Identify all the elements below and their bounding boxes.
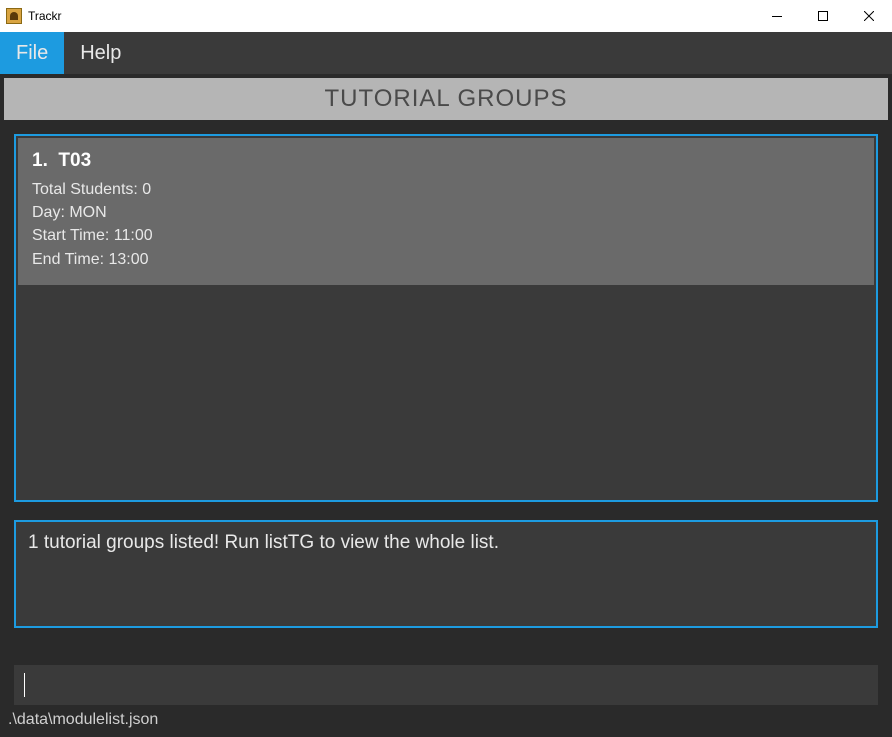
status-path: .\data\modulelist.json bbox=[8, 711, 158, 728]
group-card[interactable]: 1. T03 Total Students: 0 Day: MON Start … bbox=[18, 138, 874, 285]
window-controls bbox=[754, 0, 892, 32]
app-icon bbox=[6, 8, 22, 24]
group-total-students: Total Students: 0 bbox=[32, 178, 860, 201]
group-index: 1. bbox=[32, 150, 48, 171]
groups-list-panel[interactable]: 1. T03 Total Students: 0 Day: MON Start … bbox=[14, 134, 878, 502]
text-caret bbox=[24, 673, 25, 697]
group-title: 1. T03 bbox=[32, 150, 860, 172]
minimize-button[interactable] bbox=[754, 0, 800, 32]
titlebar-left: Trackr bbox=[6, 8, 62, 24]
app-body: File Help TUTORIAL GROUPS 1. T03 Total S… bbox=[0, 32, 892, 737]
menubar: File Help bbox=[0, 32, 892, 74]
command-input-wrap bbox=[0, 665, 892, 705]
group-start-time: Start Time: 11:00 bbox=[32, 224, 860, 247]
content-area: 1. T03 Total Students: 0 Day: MON Start … bbox=[0, 120, 892, 667]
menu-file[interactable]: File bbox=[0, 32, 64, 74]
group-name: T03 bbox=[58, 150, 91, 171]
result-panel: 1 tutorial groups listed! Run listTG to … bbox=[14, 520, 878, 628]
group-end-time: End Time: 13:00 bbox=[32, 248, 860, 271]
group-day: Day: MON bbox=[32, 201, 860, 224]
close-button[interactable] bbox=[846, 0, 892, 32]
status-bar: .\data\modulelist.json bbox=[0, 705, 892, 737]
result-message: 1 tutorial groups listed! Run listTG to … bbox=[28, 532, 499, 553]
command-input[interactable] bbox=[14, 665, 878, 705]
menu-help[interactable]: Help bbox=[64, 32, 137, 74]
maximize-button[interactable] bbox=[800, 0, 846, 32]
section-header: TUTORIAL GROUPS bbox=[4, 78, 888, 120]
window-title: Trackr bbox=[28, 9, 62, 23]
titlebar: Trackr bbox=[0, 0, 892, 32]
